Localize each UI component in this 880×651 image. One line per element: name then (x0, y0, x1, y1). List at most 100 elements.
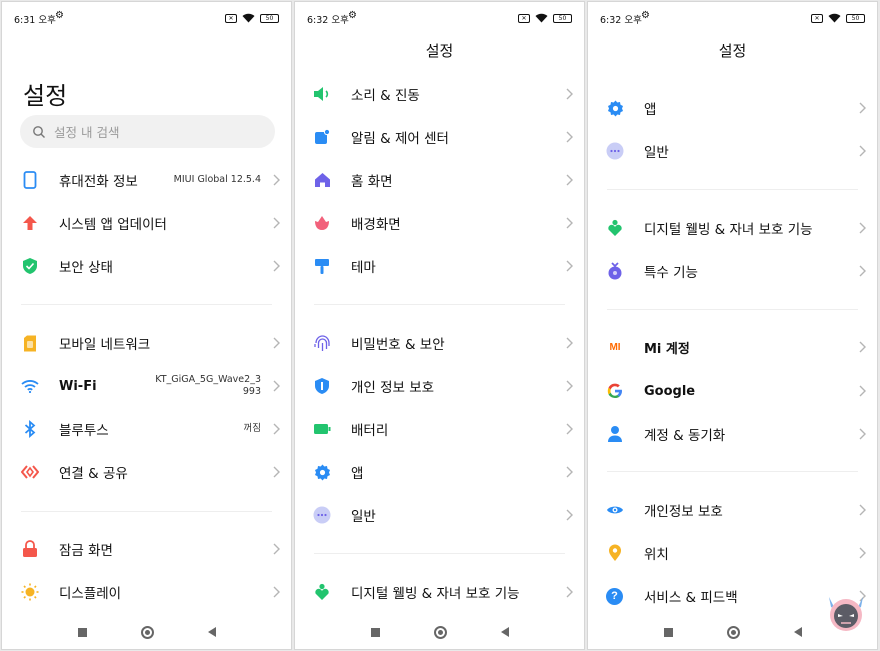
settings-item-theme[interactable]: 테마 (295, 247, 584, 285)
settings-item-label: 비밀번호 & 보안 (351, 337, 445, 353)
settings-item-privacy-protection[interactable]: 개인 정보 보호 (295, 367, 584, 405)
section-divider (607, 309, 858, 310)
navigation-bar (2, 615, 291, 649)
status-badge-icon: ✕ (518, 13, 530, 23)
notification-icon (313, 128, 331, 146)
settings-item-label: 홈 화면 (351, 174, 393, 190)
settings-item-accounts-sync[interactable]: 계정 & 동기화 (588, 415, 877, 453)
settings-item-label: Wi-Fi (59, 378, 97, 394)
settings-item-apps[interactable]: 앱 (295, 453, 584, 491)
settings-item-label: 디스플레이 (59, 586, 122, 602)
chevron-right-icon (566, 131, 573, 143)
gear-icon (313, 463, 331, 481)
back-button[interactable] (500, 627, 509, 637)
chevron-right-icon (566, 217, 573, 229)
chevron-right-icon (859, 341, 866, 353)
chevron-right-icon (273, 543, 280, 555)
chevron-right-icon (273, 337, 280, 349)
home-button[interactable] (726, 625, 740, 639)
chevron-right-icon (859, 385, 866, 397)
page-title: 설정 (425, 42, 454, 60)
status-gear-icon: ⚙ (55, 10, 64, 21)
settings-item-label: 개인정보 보호 (644, 504, 723, 520)
status-gear-icon: ⚙ (641, 10, 650, 21)
status-bar: 6:32 오후 ⚙ ✕ 50 (588, 10, 877, 28)
settings-item-label: 위치 (644, 547, 669, 563)
settings-panel-3: 6:32 오후 ⚙ ✕ 50 설정 앱 일반 디지털 웰빙 & 자녀 보호 기능 (587, 1, 878, 650)
home-button[interactable] (433, 625, 447, 639)
settings-item-label: 블루투스 (59, 423, 109, 439)
shield-check-icon (21, 257, 39, 275)
settings-item-wifi[interactable]: Wi-Fi KT_GiGA_5G_Wave2_3 993 (2, 367, 291, 405)
wallpaper-flower-icon (313, 214, 331, 232)
status-time: 6:32 오후 (307, 15, 349, 26)
settings-item-value: KT_GiGA_5G_Wave2_3 993 (155, 374, 261, 398)
settings-item-display[interactable]: 디스플레이 (2, 573, 291, 611)
settings-item-label: 일반 (644, 145, 669, 161)
settings-item-label: 알림 & 제어 센터 (351, 131, 449, 147)
battery-status-icon: 50 (553, 13, 572, 23)
sun-icon (21, 583, 39, 601)
mi-logo-icon: MI (609, 341, 621, 353)
speaker-icon (313, 85, 331, 103)
settings-item-general[interactable]: 일반 (588, 132, 877, 170)
chevron-right-icon (566, 337, 573, 349)
settings-item-mi-account[interactable]: MI Mi 계정 (588, 328, 877, 366)
settings-item-lock-screen[interactable]: 잠금 화면 (2, 530, 291, 568)
settings-item-general[interactable]: 일반 (295, 496, 584, 534)
section-divider (21, 304, 272, 305)
settings-item-battery[interactable]: 배터리 (295, 410, 584, 448)
screenshot-collage: 6:31 오후 ⚙ ✕ 50 설정 설정 내 검색 휴대전화 정보 MIUI G… (0, 0, 880, 651)
settings-item-security-status[interactable]: 보안 상태 (2, 247, 291, 285)
back-button[interactable] (793, 627, 802, 637)
privacy-shield-icon (313, 377, 331, 395)
more-dots-icon (606, 142, 624, 160)
settings-item-digital-wellbeing[interactable]: 디지털 웰빙 & 자녀 보호 기능 (295, 573, 584, 611)
section-divider (607, 471, 858, 472)
settings-item-location[interactable]: 위치 (588, 534, 877, 572)
settings-item-connection-sharing[interactable]: 연결 & 공유 (2, 453, 291, 491)
chevron-right-icon (566, 509, 573, 521)
settings-item-system-app-updater[interactable]: 시스템 앱 업데이터 (2, 204, 291, 242)
settings-item-apps[interactable]: 앱 (588, 89, 877, 127)
sim-card-icon (21, 334, 39, 352)
status-gear-icon: ⚙ (348, 10, 357, 21)
settings-item-home-screen[interactable]: 홈 화면 (295, 161, 584, 199)
wifi-status-icon (242, 13, 255, 23)
home-button[interactable] (140, 625, 154, 639)
recents-button[interactable] (370, 627, 380, 637)
settings-item-bluetooth[interactable]: 블루투스 꺼짐 (2, 410, 291, 448)
location-pin-icon (606, 544, 624, 562)
settings-item-notifications[interactable]: 알림 & 제어 센터 (295, 118, 584, 156)
page-title: 설정 (718, 42, 747, 60)
settings-item-privacy[interactable]: 개인정보 보호 (588, 491, 877, 529)
chevron-right-icon (566, 586, 573, 598)
settings-item-label: 디지털 웰빙 & 자녀 보호 기능 (351, 586, 520, 602)
recents-button[interactable] (77, 627, 87, 637)
chevron-right-icon (273, 423, 280, 435)
settings-item-accessibility[interactable]: 특수 기능 (588, 252, 877, 290)
lock-icon (21, 540, 39, 558)
chevron-right-icon (273, 380, 280, 392)
recents-button[interactable] (663, 627, 673, 637)
navigation-bar (588, 615, 877, 649)
settings-item-digital-wellbeing[interactable]: 디지털 웰빙 & 자녀 보호 기능 (588, 209, 877, 247)
settings-item-wallpaper[interactable]: 배경화면 (295, 204, 584, 242)
chevron-right-icon (273, 260, 280, 272)
arrow-up-icon (21, 214, 39, 232)
settings-item-sound-vibration[interactable]: 소리 & 진동 (295, 75, 584, 113)
chevron-right-icon (566, 260, 573, 272)
battery-icon (313, 420, 331, 438)
settings-item-about-phone[interactable]: 휴대전화 정보 MIUI Global 12.5.4 (2, 161, 291, 199)
settings-item-label: 배경화면 (351, 217, 401, 233)
settings-item-google[interactable]: Google (588, 372, 877, 410)
search-input[interactable]: 설정 내 검색 (20, 115, 275, 148)
status-badge-icon: ✕ (225, 13, 237, 23)
wifi-ssid-line1: KT_GiGA_5G_Wave2_3 (155, 374, 261, 385)
bluetooth-icon (21, 420, 39, 438)
settings-item-mobile-network[interactable]: 모바일 네트워크 (2, 324, 291, 362)
chevron-right-icon (859, 265, 866, 277)
chevron-right-icon (859, 547, 866, 559)
settings-item-password-security[interactable]: 비밀번호 & 보안 (295, 324, 584, 362)
back-button[interactable] (207, 627, 216, 637)
